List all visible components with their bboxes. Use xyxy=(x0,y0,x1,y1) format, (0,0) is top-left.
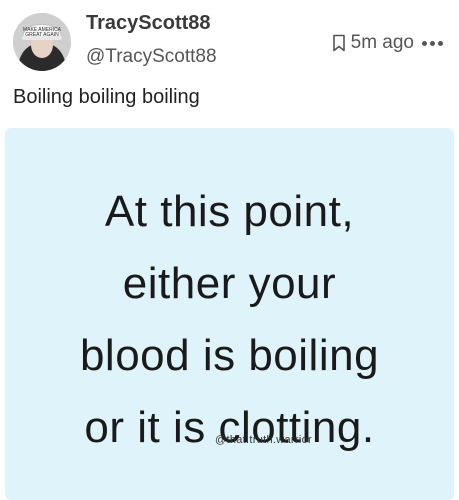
quote-line: At this point, xyxy=(104,187,355,236)
quote-line: or it is clotting. xyxy=(84,403,375,452)
post-text: Boiling boiling boiling xyxy=(13,86,200,108)
more-dot xyxy=(422,40,427,46)
more-dot xyxy=(438,40,443,46)
author-display-name[interactable]: TracyScott88 xyxy=(86,12,211,35)
quote-line: either your xyxy=(122,259,337,308)
svg-text:GREAT AGAIN: GREAT AGAIN xyxy=(25,32,59,38)
more-dot xyxy=(430,40,435,46)
author-handle[interactable]: @TracyScott88 xyxy=(86,46,217,68)
quote-line: blood is boiling xyxy=(79,331,380,380)
post-timestamp: 5m ago xyxy=(350,32,414,53)
post-header: MAKE AMERICA GREAT AGAIN TracyScott88 @T… xyxy=(0,0,459,82)
more-options-icon[interactable] xyxy=(422,40,443,46)
post-meta: 5m ago xyxy=(332,31,443,55)
image-watermark: @that.truth.warrior xyxy=(215,434,312,446)
avatar-photo-icon: MAKE AMERICA GREAT AGAIN xyxy=(13,13,71,71)
post-card: MAKE AMERICA GREAT AGAIN TracyScott88 @T… xyxy=(0,0,459,500)
quote-text: At this point, either your blood is boil… xyxy=(5,176,454,464)
bookmark-icon[interactable] xyxy=(332,34,346,52)
avatar[interactable]: MAKE AMERICA GREAT AGAIN xyxy=(13,13,71,71)
post-media-image[interactable]: At this point, either your blood is boil… xyxy=(5,128,454,500)
